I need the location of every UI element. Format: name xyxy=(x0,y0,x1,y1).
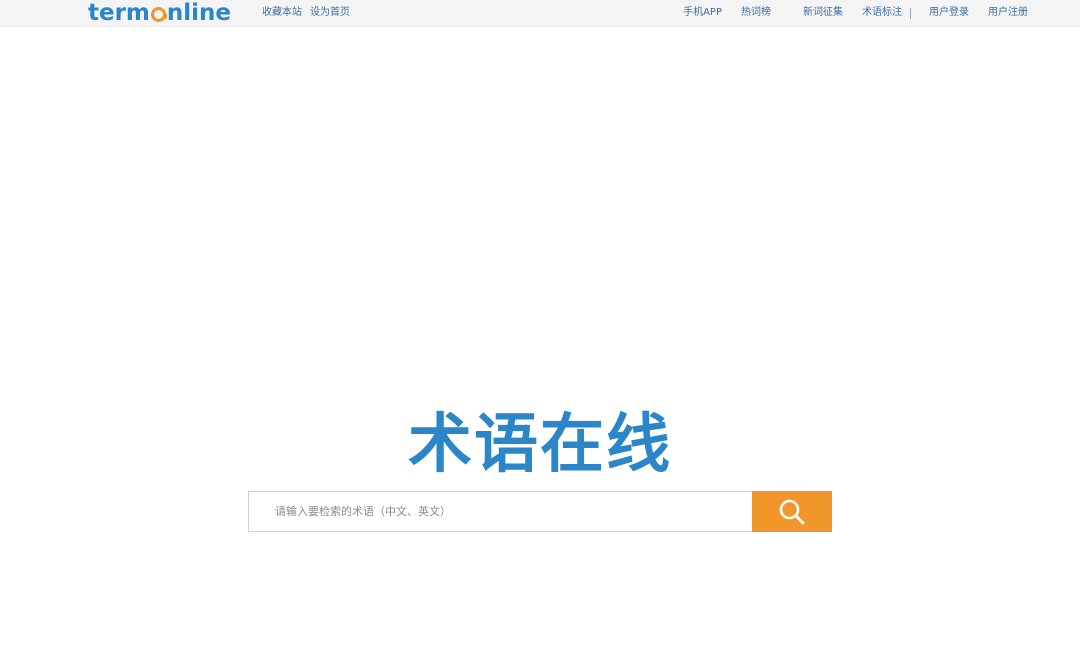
search-icon xyxy=(779,499,805,524)
new-words-link[interactable]: 新词征集 xyxy=(803,7,843,19)
set-homepage-link[interactable]: 设为首页 xyxy=(310,7,350,19)
brand-logo: 术语在线 xyxy=(400,404,680,482)
search-bar xyxy=(248,491,832,532)
brand-title: 术语在线 xyxy=(408,408,672,476)
top-bar: term nline 收藏本站 设为首页 手机APP 热词榜 新词征集 术语标注 … xyxy=(0,0,1080,27)
search-input[interactable] xyxy=(248,491,752,532)
nav-divider xyxy=(910,7,911,19)
register-link[interactable]: 用户注册 xyxy=(988,7,1028,19)
hot-words-link[interactable]: 热词榜 xyxy=(741,7,771,19)
logo-text-term: term xyxy=(88,0,150,26)
login-link[interactable]: 用户登录 xyxy=(929,7,969,19)
top-links-right: 手机APP 热词榜 新词征集 术语标注 用户登录 用户注册 xyxy=(683,7,1028,19)
brand-logo-mark: 术语在线 xyxy=(408,408,672,482)
logo-o-mark-icon xyxy=(150,7,167,22)
term-annotation-link[interactable]: 术语标注 xyxy=(862,7,902,19)
mobile-app-link[interactable]: 手机APP xyxy=(683,7,722,19)
top-links-left: 收藏本站 设为首页 xyxy=(262,7,350,19)
logo-text-nline: nline xyxy=(166,0,232,26)
termonline-logo[interactable]: term nline xyxy=(88,0,231,28)
bookmark-site-link[interactable]: 收藏本站 xyxy=(262,7,302,19)
search-button[interactable] xyxy=(752,491,832,532)
